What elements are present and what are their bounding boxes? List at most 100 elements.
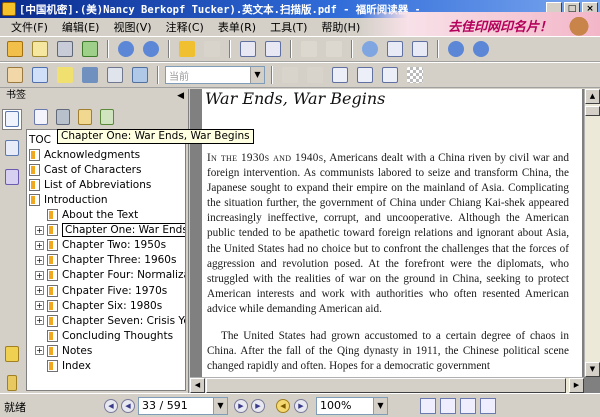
single-page-view-icon[interactable]	[420, 398, 436, 414]
play-button[interactable]	[304, 65, 326, 85]
expand-icon[interactable]: +	[35, 225, 44, 235]
status-bar: 就绪 ◀ ◀ 33 / 591 ▼ ▶ ▶ ◀ ▶ 100% ▼	[0, 393, 600, 417]
last-page-icon[interactable]: ▶	[251, 399, 265, 413]
bookmark-item[interactable]: + Chapter Six: 1980s	[35, 298, 162, 313]
expand-icon[interactable]: +	[35, 255, 44, 265]
prev-page-icon[interactable]: ◀	[121, 399, 135, 413]
tab-comments[interactable]	[2, 344, 22, 365]
background-button[interactable]	[404, 65, 426, 85]
expand-icon[interactable]: +	[35, 346, 44, 356]
bookmark-item[interactable]: + Chapter One: War Ends, War Begins	[35, 223, 185, 238]
history-back-icon[interactable]: ◀	[276, 399, 290, 413]
redo-button[interactable]	[323, 39, 345, 59]
expand-icon[interactable]: +	[35, 240, 44, 250]
find-button[interactable]	[79, 65, 101, 85]
page-number-field[interactable]: 33 / 591 ▼	[138, 397, 228, 415]
menu-form[interactable]: 表单(R)	[211, 19, 263, 35]
next-page-button[interactable]	[140, 39, 162, 59]
delete-icon[interactable]	[56, 109, 70, 125]
scroll-up-icon[interactable]: ▲	[585, 89, 600, 104]
redo-icon	[326, 41, 342, 57]
menu-view[interactable]: 视图(V)	[106, 19, 158, 35]
bookmark-item[interactable]: Index	[35, 359, 91, 374]
scroll-left-icon[interactable]: ◀	[190, 378, 205, 393]
new-bookmark-icon[interactable]	[34, 109, 48, 125]
bookmark-item[interactable]: + Chpater Five: 1970s	[35, 283, 167, 298]
vertical-scroll-thumb[interactable]	[585, 106, 600, 116]
layers-icon	[5, 168, 19, 185]
bookmark-item[interactable]: + Chapter Two: 1950s	[35, 238, 166, 253]
bookmark-item[interactable]: + Chapter Three: 1960s	[35, 253, 176, 268]
bookmark-tools	[28, 105, 114, 129]
view-mode-select[interactable]: 当前 ▼	[165, 66, 265, 84]
expand-icon[interactable]: +	[35, 270, 44, 280]
bookmark-item[interactable]: Introduction	[29, 192, 108, 207]
scroll-down-icon[interactable]: ▼	[585, 362, 600, 377]
print-button[interactable]	[54, 39, 76, 59]
back-button[interactable]	[176, 39, 198, 59]
expand-icon[interactable]: +	[35, 286, 44, 295]
tab-attachments[interactable]	[2, 372, 22, 393]
vertical-scrollbar[interactable]: ▲ ▼	[584, 89, 600, 377]
typewriter-button[interactable]	[104, 65, 126, 85]
first-page-icon[interactable]: ◀	[104, 399, 118, 413]
scroll-right-icon[interactable]: ▶	[569, 378, 584, 393]
continuous-facing-view-icon[interactable]	[480, 398, 496, 414]
fit-page-button[interactable]	[384, 39, 406, 59]
page-view-button[interactable]	[329, 65, 351, 85]
fit-width-icon	[412, 41, 428, 57]
next-page-icon[interactable]: ▶	[234, 399, 248, 413]
prev-page-button[interactable]	[115, 39, 137, 59]
tab-pages[interactable]	[2, 138, 22, 159]
ad-banner[interactable]: 去佳印网印名片！	[360, 12, 600, 38]
snapshot-button[interactable]	[54, 65, 76, 85]
text-select-button[interactable]	[29, 65, 51, 85]
bookmark-icon	[29, 148, 40, 161]
copy-button[interactable]	[237, 39, 259, 59]
expand-bookmark-icon[interactable]	[100, 109, 114, 125]
zoom-out-button[interactable]	[445, 39, 467, 59]
forward-button[interactable]	[201, 39, 223, 59]
bookmark-item[interactable]: About the Text	[35, 208, 138, 223]
layout-button[interactable]	[379, 65, 401, 85]
bookmark-item[interactable]: + Chapter Four: Normalizat	[35, 268, 185, 283]
page-icon	[332, 67, 348, 83]
bookmark-item[interactable]: TOC	[29, 132, 51, 147]
history-forward-icon[interactable]: ▶	[294, 399, 308, 413]
expand-icon[interactable]: +	[35, 301, 44, 311]
bookmark-tree[interactable]: TOC Acknowledgments Cast of Characters List…	[26, 129, 186, 391]
hand-tool-button[interactable]	[4, 65, 26, 85]
bookmark-item[interactable]: List of Abbreviations	[29, 177, 151, 192]
bookmark-properties-icon[interactable]	[78, 109, 92, 125]
horizontal-scrollbar[interactable]: ◀ ▶	[190, 377, 584, 393]
menu-file[interactable]: 文件(F)	[4, 19, 55, 35]
zoom-tool-button[interactable]	[359, 39, 381, 59]
paste-button[interactable]	[262, 39, 284, 59]
expand-icon[interactable]: +	[35, 316, 44, 326]
bookmark-item[interactable]: + Notes	[35, 343, 92, 358]
fit-width-button[interactable]	[409, 39, 431, 59]
bookmark-item[interactable]: Concluding Thoughts	[35, 328, 173, 343]
horizontal-scroll-thumb[interactable]	[206, 378, 566, 393]
collapse-panel-icon[interactable]: ◀	[177, 89, 184, 103]
email-button[interactable]	[79, 39, 101, 59]
zoom-in-button[interactable]	[470, 39, 492, 59]
continuous-view-icon[interactable]	[440, 398, 456, 414]
zoom-field[interactable]: 100% ▼	[316, 397, 388, 415]
tab-bookmarks[interactable]	[2, 109, 22, 130]
menu-edit[interactable]: 编辑(E)	[55, 19, 107, 35]
audio-button[interactable]	[279, 65, 301, 85]
image-button[interactable]	[129, 65, 151, 85]
tab-layers[interactable]	[2, 166, 22, 187]
facing-view-icon[interactable]	[460, 398, 476, 414]
save-button[interactable]	[29, 39, 51, 59]
bookmark-item[interactable]: Cast of Characters	[29, 162, 141, 177]
search-page-button[interactable]	[354, 65, 376, 85]
bookmark-item[interactable]: Acknowledgments	[29, 147, 140, 162]
bookmark-item[interactable]: + Chapter Seven: Crisis Yea	[35, 313, 185, 328]
open-button[interactable]	[4, 39, 26, 59]
menu-comment[interactable]: 注释(C)	[159, 19, 211, 35]
bookmark-label: Acknowledgments	[44, 148, 141, 161]
undo-button[interactable]	[298, 39, 320, 59]
menu-tools[interactable]: 工具(T)	[263, 19, 314, 35]
